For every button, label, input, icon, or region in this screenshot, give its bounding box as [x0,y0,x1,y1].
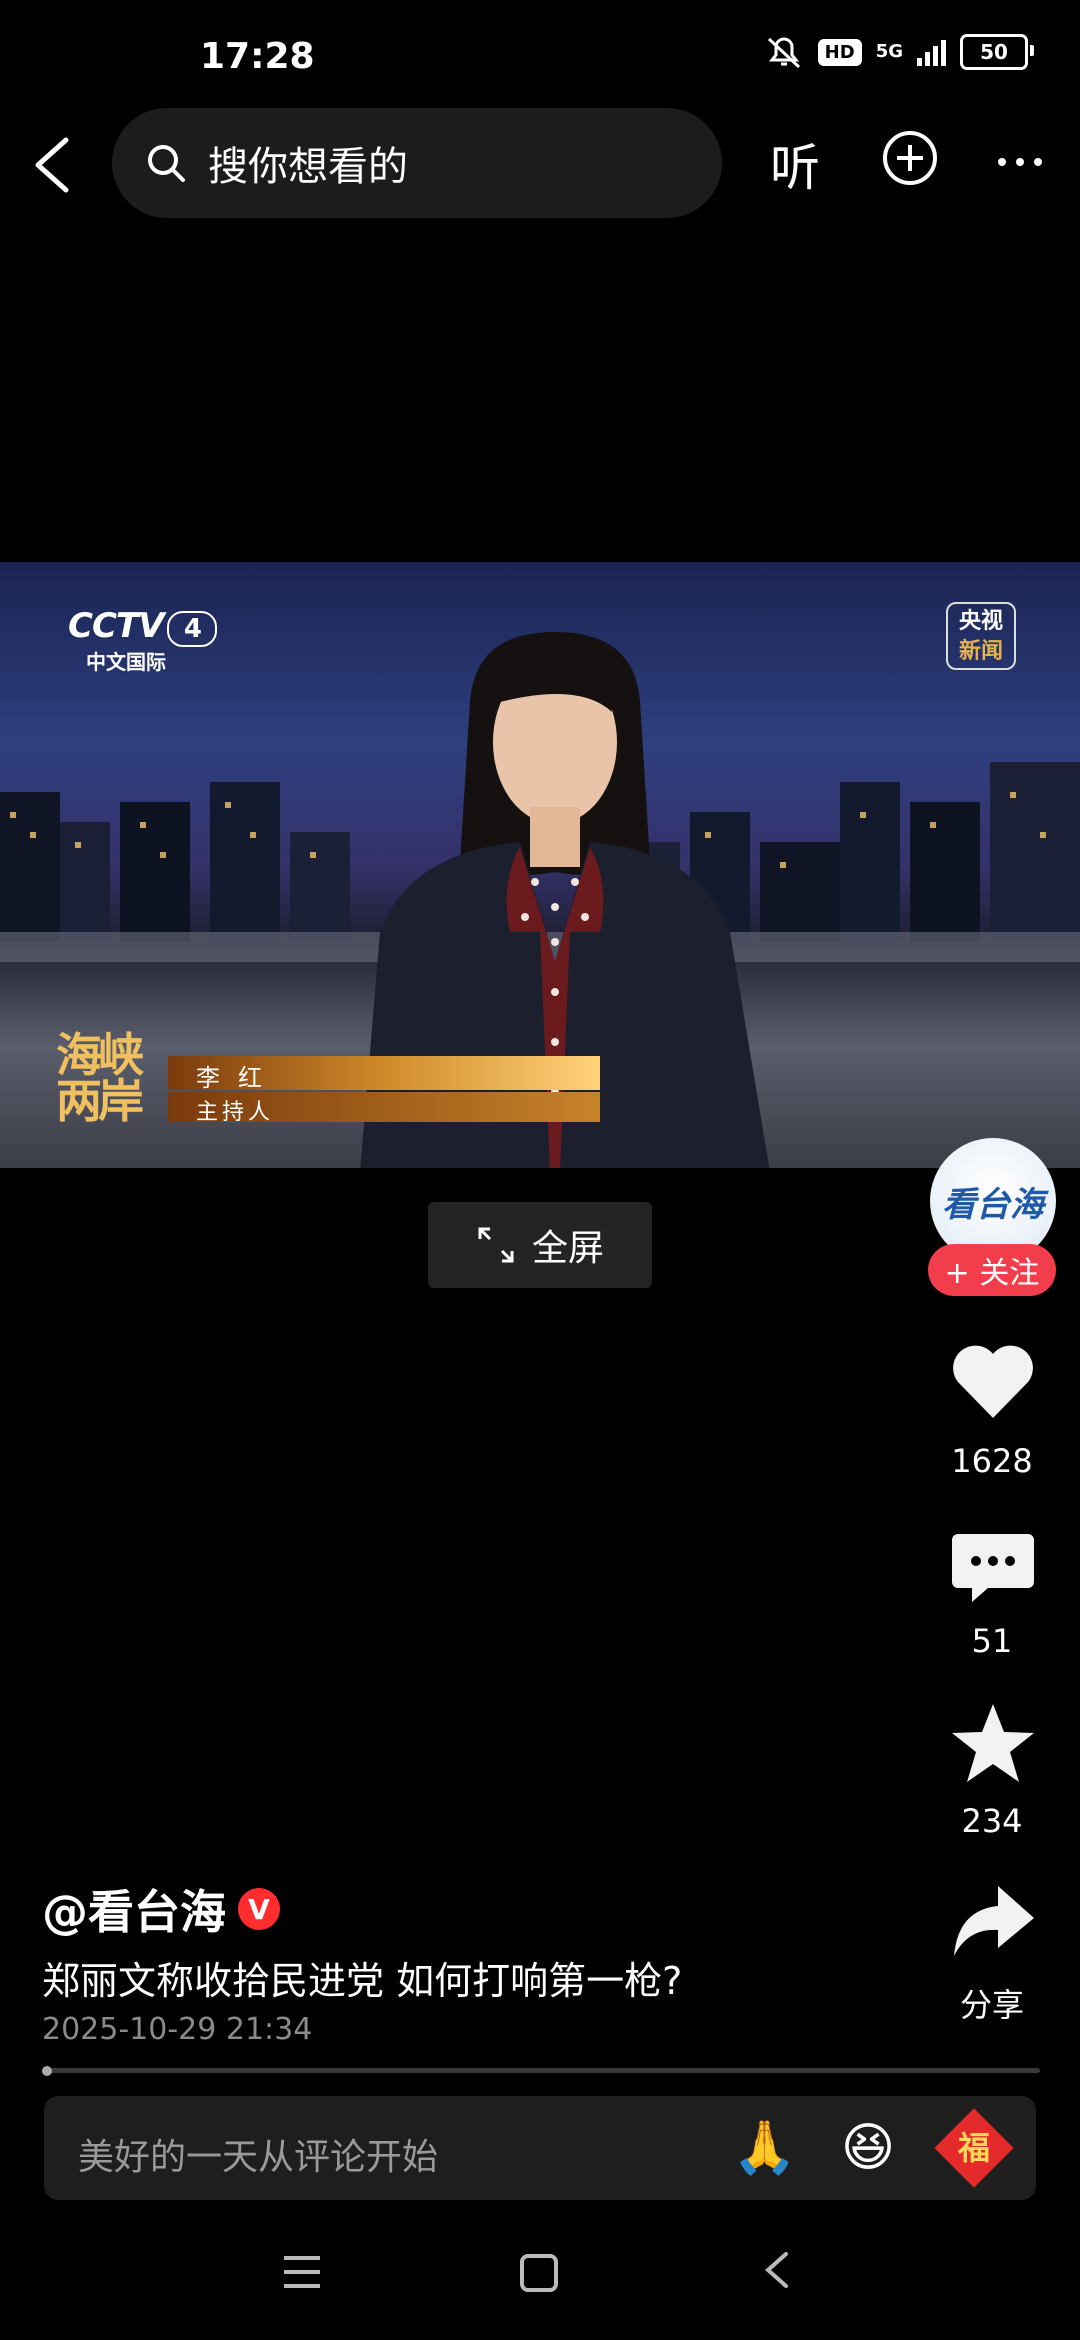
fullscreen-button[interactable]: 全屏 [428,1202,652,1288]
show-logo-line1: 海峡 [56,1028,144,1082]
fullscreen-label: 全屏 [531,1228,604,1269]
home-nav-icon[interactable] [520,2254,558,2292]
network-type: 5G [875,41,903,62]
search-placeholder: 搜你想看的 [208,144,408,190]
video-player[interactable]: CCTV 4 中文国际 央视 新闻 海峡 两岸 李红 主持人 [0,562,1080,1168]
laugh-emoji-button[interactable]: 😆 [838,2118,898,2178]
status-icons: HD 5G 50 [764,34,1034,70]
signal-icon [917,38,946,66]
author-name: @看台海 [42,1885,226,1939]
like-count: 1628 [951,1442,1033,1480]
more-icon[interactable] [990,130,1050,190]
fu-sticker-label: 福 [957,2129,990,2167]
back-nav-icon[interactable] [762,2250,792,2290]
battery-icon: 50 [960,34,1034,70]
share-label: 分享 [959,1986,1024,2024]
search-box[interactable]: 搜你想看的 [112,108,722,218]
heart-icon[interactable] [948,1338,1038,1428]
comment-placeholder: 美好的一天从评论开始 [78,2137,439,2178]
verified-badge: V [238,1888,280,1930]
battery-level: 50 [980,40,1008,64]
follow-button[interactable]: + 关注 [928,1244,1056,1296]
comment-count: 51 [971,1622,1013,1660]
share-icon[interactable] [948,1876,1038,1966]
pray-emoji-button[interactable]: 🙏 [732,2118,797,2178]
back-arrow-icon[interactable] [26,130,86,200]
cctv-news-logo: 央视 新闻 [946,602,1016,670]
favorite-count: 234 [961,1802,1023,1840]
status-bar: 17:28 HD 5G 50 [0,0,1080,110]
video-progress-bar[interactable] [42,2068,1040,2073]
listen-button[interactable]: 听 [770,128,820,200]
mute-icon [767,37,800,69]
hd-badge: HD [817,38,862,66]
status-time: 17:28 [200,36,315,77]
author-handle[interactable]: @看台海 V [42,1876,280,1942]
show-logo: 海峡 两岸 [56,1032,166,1124]
progress-handle[interactable] [42,2066,52,2076]
add-icon[interactable] [880,128,940,188]
show-logo-line2: 两岸 [56,1074,144,1128]
corner-logo-line2: 新闻 [958,639,1003,664]
menu-nav-icon[interactable] [282,2254,322,2290]
star-icon[interactable] [948,1698,1038,1788]
search-icon [148,145,185,182]
cctv-logo: CCTV 4 [68,606,218,647]
post-date: 2025-10-29 21:34 [42,2012,313,2047]
anchor-name: 李红 [196,1064,280,1092]
expand-icon [478,1227,514,1263]
corner-logo-line1: 央视 [958,609,1003,634]
anchor-role: 主持人 [196,1100,275,1125]
post-caption: 郑丽文称收拾民进党 如何打响第一枪? [42,1959,683,2003]
comment-icon[interactable] [948,1520,1038,1610]
channel-subtitle: 中文国际 [86,650,166,674]
channel-number: 4 [167,611,218,647]
